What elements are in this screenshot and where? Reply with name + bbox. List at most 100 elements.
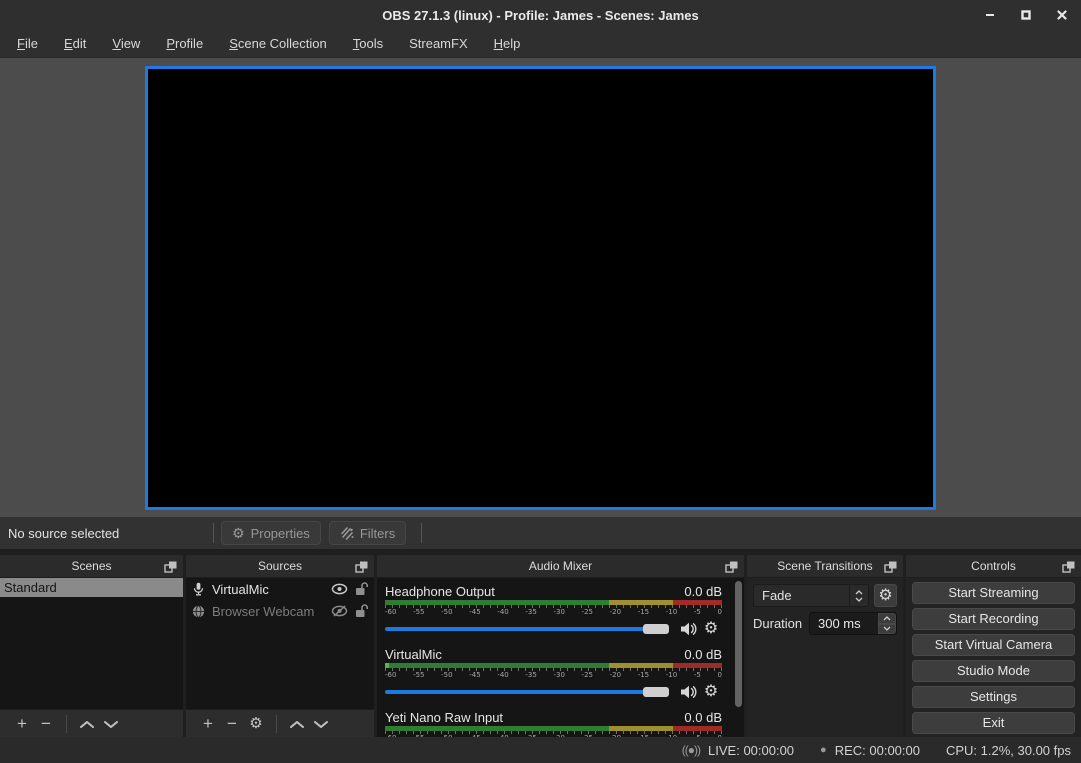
popout-button[interactable] <box>162 559 178 574</box>
duration-decrease-button[interactable] <box>878 624 896 635</box>
popout-button[interactable] <box>353 559 369 574</box>
scenes-panel-header: Scenes <box>0 555 183 578</box>
sources-panel-title: Sources <box>258 559 302 573</box>
volume-meter <box>385 600 722 605</box>
globe-icon <box>192 605 205 618</box>
toolbar-separator <box>213 523 214 543</box>
sources-panel-header: Sources <box>186 555 374 578</box>
menu-scene-collection[interactable]: Scene Collection <box>216 32 340 55</box>
controls-body: Start Streaming Start Recording Start Vi… <box>906 578 1081 737</box>
rec-status: ● REC: 00:00:00 <box>820 743 920 758</box>
stats-text: CPU: 1.2%, 30.00 fps <box>946 743 1071 758</box>
eye-slash-icon <box>331 605 348 617</box>
source-properties-button[interactable]: ⚙ <box>244 716 268 731</box>
input-level-indicator <box>385 663 389 668</box>
source-row-browser-webcam[interactable]: Browser Webcam <box>186 600 374 622</box>
mute-button[interactable] <box>678 619 700 639</box>
toolbar-separator <box>66 715 67 733</box>
slider-handle[interactable] <box>643 624 669 634</box>
slider-handle[interactable] <box>643 687 669 697</box>
settings-button[interactable]: Settings <box>912 686 1075 708</box>
popout-button[interactable] <box>882 559 898 574</box>
visibility-toggle[interactable] <box>331 583 348 595</box>
controls-panel: Controls Start Streaming Start Recording… <box>906 555 1081 737</box>
live-status: ((●)) LIVE: 00:00:00 <box>682 743 794 758</box>
start-virtual-camera-button[interactable]: Start Virtual Camera <box>912 634 1075 656</box>
remove-source-button[interactable]: − <box>220 715 244 732</box>
scene-transitions-header: Scene Transitions <box>747 555 903 578</box>
minimize-button[interactable] <box>979 4 1001 26</box>
audio-mixer-body: Headphone Output 0.0 dB -60-55-50-45-40-… <box>377 578 744 737</box>
add-scene-button[interactable]: + <box>10 715 34 732</box>
menu-view[interactable]: View <box>99 32 153 55</box>
live-time: LIVE: 00:00:00 <box>708 743 794 758</box>
menubar: File Edit View Profile Scene Collection … <box>0 30 1081 58</box>
duration-spinbox[interactable]: 300 ms <box>809 612 897 635</box>
lock-toggle[interactable] <box>355 582 368 596</box>
channel-name: Headphone Output <box>385 584 495 599</box>
chevron-down-icon <box>103 720 119 729</box>
audio-mixer-header: Audio Mixer <box>377 555 744 578</box>
popout-button[interactable] <box>1060 559 1076 574</box>
remove-scene-button[interactable]: − <box>34 715 58 732</box>
move-source-up-button[interactable] <box>285 715 309 732</box>
volume-meter <box>385 663 722 668</box>
move-scene-up-button[interactable] <box>75 715 99 732</box>
menu-tools[interactable]: Tools <box>340 32 396 55</box>
start-streaming-button[interactable]: Start Streaming <box>912 582 1075 604</box>
lock-toggle[interactable] <box>355 604 368 618</box>
duration-label: Duration <box>753 616 809 631</box>
source-toolbar: No source selected ⚙ Properties Filters <box>0 517 1081 549</box>
menu-edit[interactable]: Edit <box>51 32 99 55</box>
menu-file[interactable]: File <box>4 32 51 55</box>
duration-increase-button[interactable] <box>878 613 896 624</box>
popout-icon <box>164 561 177 573</box>
source-row-virtualmic[interactable]: VirtualMic <box>186 578 374 600</box>
preview-canvas[interactable] <box>145 66 936 510</box>
channel-settings-button[interactable]: ⚙ <box>700 619 722 639</box>
properties-button[interactable]: ⚙ Properties <box>221 521 321 545</box>
mixer-channel-yeti-nano: Yeti Nano Raw Input 0.0 dB -60-55-50-45-… <box>385 708 722 737</box>
channel-volume-db: 0.0 dB <box>684 710 722 725</box>
chevron-up-icon <box>855 590 863 595</box>
combo-arrows <box>849 585 868 606</box>
mixer-scrollbar[interactable] <box>735 581 742 707</box>
slider-track <box>385 690 669 694</box>
meter-scale: -60-55-50-45-40-35-30-25-20-15-10-50 <box>385 734 722 737</box>
menu-profile[interactable]: Profile <box>153 32 216 55</box>
docks-area: Scenes Standard + − <box>0 555 1081 737</box>
exit-button[interactable]: Exit <box>912 712 1075 734</box>
eye-icon <box>331 583 348 595</box>
visibility-toggle[interactable] <box>331 605 348 617</box>
scenes-panel: Scenes Standard + − <box>0 555 183 737</box>
move-source-down-button[interactable] <box>309 715 333 732</box>
transition-select[interactable]: Fade <box>753 584 869 607</box>
mixer-channel-headphone-output: Headphone Output 0.0 dB -60-55-50-45-40-… <box>385 582 722 640</box>
close-button[interactable] <box>1051 4 1073 26</box>
start-recording-button[interactable]: Start Recording <box>912 608 1075 630</box>
close-icon <box>1057 10 1067 20</box>
scene-transitions-body: Fade ⚙ Duration 300 ms <box>747 578 903 737</box>
maximize-icon <box>1021 10 1031 20</box>
volume-slider[interactable] <box>385 624 669 634</box>
popout-icon <box>725 561 738 573</box>
scene-item-standard[interactable]: Standard <box>0 578 183 597</box>
gear-icon: ⚙ <box>878 588 892 604</box>
scenes-toolbar: + − <box>0 709 183 737</box>
maximize-button[interactable] <box>1015 4 1037 26</box>
move-scene-down-button[interactable] <box>99 715 123 732</box>
popout-icon <box>355 561 368 573</box>
slider-track <box>385 627 669 631</box>
transition-properties-button[interactable]: ⚙ <box>874 584 897 607</box>
meter-scale: -60-55-50-45-40-35-30-25-20-15-10-50 <box>385 608 722 617</box>
menu-help[interactable]: Help <box>481 32 534 55</box>
menu-streamfx[interactable]: StreamFX <box>396 32 481 55</box>
channel-settings-button[interactable]: ⚙ <box>700 682 722 702</box>
mute-button[interactable] <box>678 682 700 702</box>
popout-icon <box>884 561 897 573</box>
studio-mode-button[interactable]: Studio Mode <box>912 660 1075 682</box>
filters-button[interactable]: Filters <box>329 521 406 545</box>
popout-button[interactable] <box>723 559 739 574</box>
add-source-button[interactable]: + <box>196 715 220 732</box>
volume-slider[interactable] <box>385 687 669 697</box>
